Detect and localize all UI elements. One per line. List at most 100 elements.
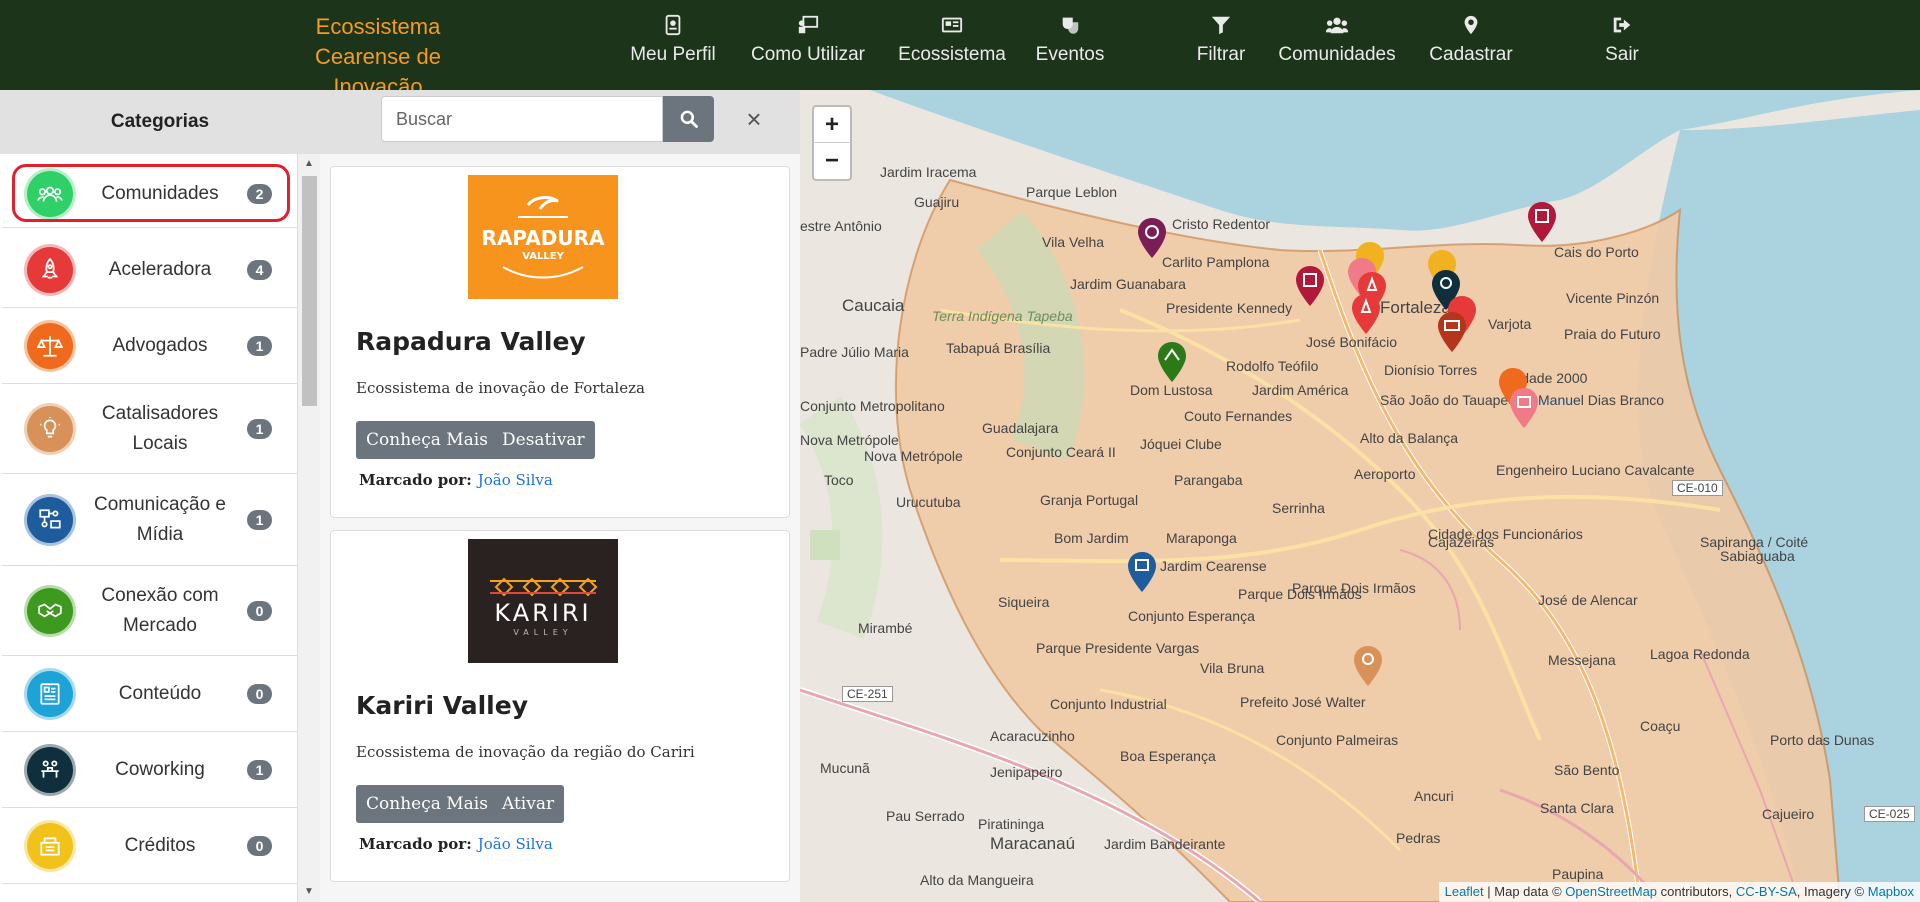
nav-label: Ecossistema (898, 44, 1006, 65)
map-label: Jardim Guanabara (1070, 276, 1186, 292)
map-label: Cajueiro (1762, 806, 1815, 822)
category-comunidades[interactable]: Comunidades 2 (2, 160, 297, 228)
map-marker-conexao-mercado[interactable] (1156, 340, 1188, 384)
category-conteudo[interactable]: Conteúdo 0 (2, 656, 297, 732)
scroll-down-icon[interactable]: ▼ (302, 886, 316, 897)
category-next-partial[interactable] (2, 884, 297, 902)
map-label: Conjunto Esperança (1128, 608, 1255, 624)
nav-sair[interactable]: Sair (1600, 14, 1644, 74)
map-label: José Bonifácio (1306, 334, 1398, 350)
marked-by-user-link[interactable]: João Silva (478, 471, 553, 489)
map-label: Presidente Kennedy (1166, 300, 1293, 316)
categories-title: Categorias (110, 111, 210, 132)
map-marker-catalisadores[interactable] (1352, 644, 1384, 688)
map-label: Siqueira (998, 594, 1050, 610)
nav-eventos[interactable]: Eventos (1032, 14, 1108, 74)
zoom-out-button[interactable]: − (814, 143, 850, 179)
nav-label: Filtrar (1196, 44, 1246, 65)
map-label: Dionísio Torres (1384, 362, 1478, 378)
mapbox-link[interactable]: Mapbox (1868, 884, 1914, 899)
category-label: Créditos (124, 834, 196, 856)
nav-label: Cadastrar (1429, 44, 1513, 65)
category-comunicacao-e-midia[interactable]: Comunicação e Mídia 1 (2, 474, 297, 566)
scrollbar-thumb[interactable] (302, 176, 317, 406)
attr-text: contributors, (1657, 884, 1736, 899)
map-label: Carlito Pamplona (1162, 254, 1270, 270)
category-creditos[interactable]: Créditos 0 (2, 808, 297, 884)
lightbulb-icon (27, 405, 73, 452)
category-label: Comunidades (101, 182, 219, 204)
zoom-in-button[interactable]: + (814, 107, 850, 143)
nav-filtrar[interactable]: Filtrar (1190, 14, 1252, 74)
map-label: estre Antônio (800, 218, 882, 234)
marked-by-user-link[interactable]: João Silva (478, 835, 553, 853)
category-count-badge: 0 (247, 835, 272, 856)
map-label: Caucaia (842, 296, 905, 315)
map-label: CE-025 (1864, 806, 1915, 822)
map-marker-pink-2[interactable] (1508, 386, 1540, 430)
leaflet-link[interactable]: Leaflet (1445, 884, 1484, 899)
map-label: José de Alencar (1538, 592, 1638, 608)
category-aceleradora[interactable]: Aceleradora 4 (2, 232, 297, 308)
map-label: Paupina (1552, 866, 1604, 882)
category-label: Conexão com Mercado (101, 584, 219, 636)
map-zoom-control: + − (812, 105, 852, 181)
map-label: Nova Metrópole (864, 448, 963, 464)
document-icon (27, 670, 73, 717)
map-label: Padre Júlio Maria (800, 344, 909, 360)
nav-label: Como Utilizar (750, 44, 866, 65)
card-description: Ecossistema de inovação da região do Car… (356, 743, 695, 761)
map-marker-red-2[interactable] (1526, 200, 1558, 244)
osm-link[interactable]: OpenStreetMap (1565, 884, 1657, 899)
brand-logo-text[interactable]: Ecossistema Cearense de Inovação (268, 12, 488, 102)
cc-link[interactable]: CC-BY-SA (1736, 884, 1797, 899)
map-marker-comunidades[interactable] (1436, 310, 1468, 354)
nav-ecossistema[interactable]: Ecossistema (896, 14, 1008, 74)
category-catalisadores-locais[interactable]: Catalisadores Locais 1 (2, 384, 297, 474)
nav-como-utilizar[interactable]: Como Utilizar (746, 14, 870, 74)
search-button[interactable] (663, 96, 714, 142)
map-label: Pedras (1396, 830, 1441, 846)
map-label: Parangaba (1174, 472, 1243, 488)
map-marker-comunicacao[interactable] (1136, 216, 1168, 260)
map-label: Mirambé (858, 620, 913, 636)
map-label: Pau Serrado (886, 808, 965, 824)
map-marker-aceleradora-2[interactable] (1350, 292, 1382, 336)
nav-cadastrar[interactable]: Cadastrar (1426, 14, 1516, 74)
card-title: Kariri Valley (356, 691, 528, 720)
category-conexao-com-mercado[interactable]: Conexão com Mercado 0 (2, 566, 297, 656)
category-count-badge: 1 (247, 759, 272, 780)
conheca-mais-button[interactable]: Conheça Mais (356, 785, 498, 823)
category-coworking[interactable]: Coworking 1 (2, 732, 297, 808)
search-input[interactable] (381, 96, 663, 142)
map-label: Engenheiro Luciano Cavalcante (1496, 462, 1695, 478)
category-label: Coworking (115, 758, 205, 780)
presentation-icon (746, 14, 870, 40)
map-label: Conjunto Industrial (1050, 696, 1167, 712)
coins-icon (27, 822, 73, 869)
conheca-mais-button[interactable]: Conheça Mais (356, 421, 498, 459)
nav-meu-perfil[interactable]: Meu Perfil (620, 14, 726, 74)
map-label: Vila Velha (1042, 234, 1105, 250)
nav-comunidades[interactable]: Comunidades (1274, 14, 1400, 74)
map-marker-media[interactable] (1126, 550, 1158, 594)
scroll-up-icon[interactable]: ▲ (302, 158, 316, 169)
map-label: Cristo Redentor (1172, 216, 1271, 232)
close-icon[interactable]: × (742, 104, 766, 134)
attr-text: , Imagery © (1796, 884, 1868, 899)
map-label: CE-010 (1672, 480, 1723, 496)
map-label: Ancuri (1414, 788, 1454, 804)
nav-label: Eventos (1035, 44, 1105, 65)
map-tiles[interactable] (800, 90, 1920, 902)
ativar-button[interactable]: Ativar (492, 785, 565, 823)
coworking-icon (27, 746, 73, 793)
marked-by-label: Marcado por: (359, 471, 472, 489)
desativar-button[interactable]: Desativar (492, 421, 595, 459)
map-view[interactable] (800, 90, 1920, 902)
map-label: Varjota (1488, 316, 1532, 332)
map-label: Manuel Dias Branco (1538, 392, 1665, 408)
rocket-icon (27, 246, 73, 293)
category-advogados[interactable]: Advogados 1 (2, 308, 297, 384)
community-card-kariri-valley: KARIRI VALLEY Kariri Valley Ecossistema … (330, 530, 790, 882)
map-marker-red-1[interactable] (1294, 264, 1326, 308)
